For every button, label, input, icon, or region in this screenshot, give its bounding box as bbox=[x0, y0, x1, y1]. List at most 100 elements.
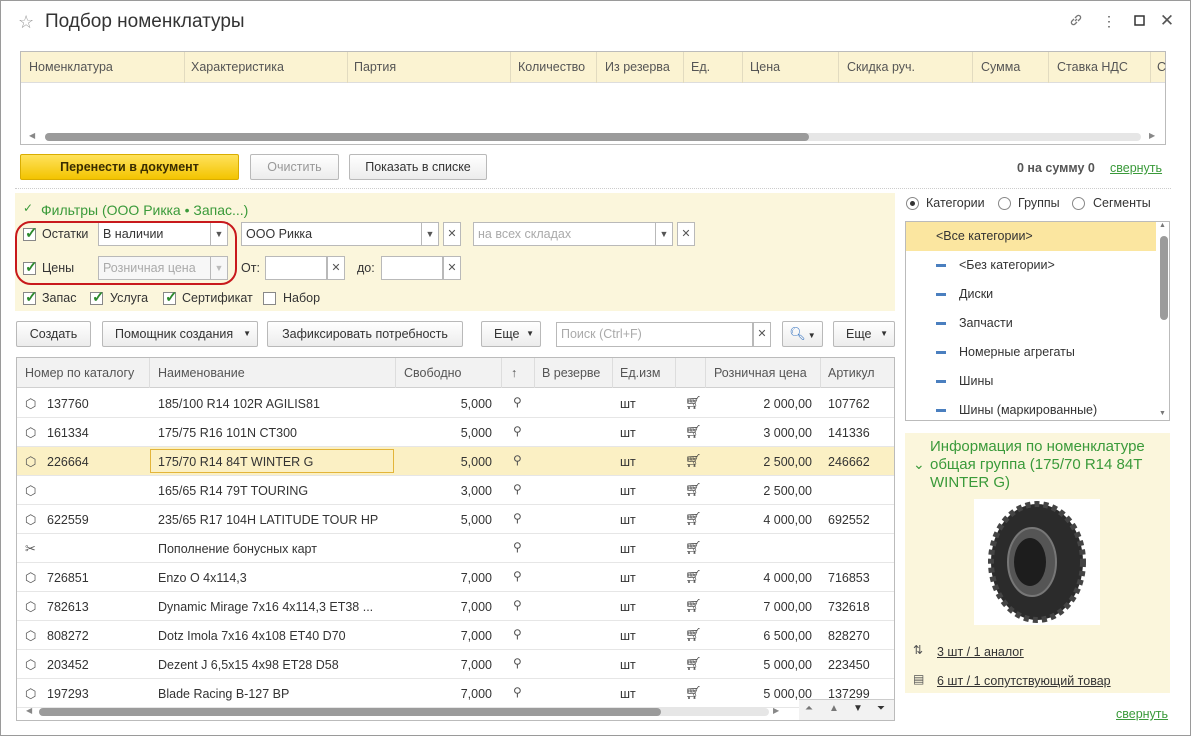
col-sum[interactable]: Сумма bbox=[981, 60, 1020, 74]
type-set-checkbox[interactable] bbox=[263, 292, 276, 305]
col-name[interactable]: Наименование bbox=[158, 366, 245, 380]
table-row[interactable]: ⬡ 808272 Dotz Imola 7x16 4x108 ET40 D70 7,0… bbox=[17, 621, 894, 650]
table-row[interactable]: ⬡ 622559 235/65 R17 104H LATITUDE TOUR HP 5… bbox=[17, 505, 894, 534]
page-down-icon[interactable]: ▼ bbox=[853, 703, 863, 714]
cart-icon[interactable]: 🛒︎ bbox=[685, 598, 702, 614]
col-price[interactable]: Цена bbox=[750, 60, 780, 74]
category-list[interactable]: <Все категории> <Без категории> Диски За… bbox=[905, 221, 1170, 421]
search-icon[interactable]: ⚲ bbox=[513, 482, 522, 496]
related-goods-link[interactable]: 6 шт / 1 сопутствующий товар bbox=[937, 674, 1111, 688]
search-icon[interactable]: ⚲ bbox=[513, 569, 522, 583]
search-clear-icon[interactable]: ✕ bbox=[753, 322, 771, 347]
first-page-icon[interactable]: ⏶ bbox=[805, 703, 813, 714]
table-row[interactable]: ⬡ 226664 175/70 R14 84T WINTER G 5,000 ⚲ шт 🛒︎… bbox=[17, 447, 894, 476]
col-extra[interactable]: С bbox=[1157, 60, 1166, 74]
nomenclature-table[interactable]: Номер по каталогу Наименование Свободно … bbox=[16, 357, 895, 721]
search-icon[interactable]: ⚲ bbox=[513, 540, 522, 554]
last-page-icon[interactable]: ⏷ bbox=[877, 703, 885, 714]
table-row[interactable]: ⬡ 165/65 R14 79T TOURING 3,000 ⚲ шт 🛒︎ 2 500,0… bbox=[17, 476, 894, 505]
filters-title[interactable]: Фильтры (ООО Рикка • Запас...) bbox=[41, 202, 248, 218]
link-icon[interactable] bbox=[1067, 13, 1085, 30]
col-from-reserve[interactable]: Из резерва bbox=[605, 60, 670, 74]
type-stock-checkbox[interactable]: ✓ bbox=[23, 289, 38, 306]
table-row[interactable]: ⬡ 782613 Dynamic Mirage 7x16 4x114,3 ET38 … bbox=[17, 592, 894, 621]
col-batch[interactable]: Партия bbox=[354, 60, 396, 74]
col-manual-discount[interactable]: Скидка руч. bbox=[847, 60, 915, 74]
col-unit[interactable]: Ед.изм bbox=[620, 366, 660, 380]
price-from-clear-icon[interactable]: ✕ bbox=[327, 256, 345, 280]
cart-icon[interactable]: 🛒︎ bbox=[685, 424, 702, 440]
category-scroll-thumb[interactable] bbox=[1160, 236, 1168, 320]
col-characteristic[interactable]: Характеристика bbox=[191, 60, 284, 74]
collapse-top-link[interactable]: свернуть bbox=[1110, 161, 1162, 175]
scroll-right-icon[interactable]: ▶ bbox=[773, 706, 779, 715]
favorite-star-icon[interactable]: ☆ bbox=[18, 12, 34, 33]
col-nomenclature[interactable]: Номенклатура bbox=[29, 60, 113, 74]
more-button[interactable]: Еще ▼ bbox=[481, 321, 541, 347]
cart-icon[interactable]: 🛒︎ bbox=[685, 511, 702, 527]
table-row[interactable]: ✂ Пополнение бонусных карт ⚲ шт 🛒︎ bbox=[17, 534, 894, 563]
radio-categories[interactable] bbox=[906, 197, 919, 210]
type-certificate-checkbox[interactable]: ✓ bbox=[163, 289, 178, 306]
table-row[interactable]: ⬡ 197293 Blade Racing B-127 BP 7,000 ⚲ шт 🛒︎ 5 … bbox=[17, 679, 894, 708]
search-icon[interactable]: ⚲ bbox=[513, 627, 522, 641]
search-icon[interactable]: ⚲ bbox=[513, 395, 522, 409]
price-to-clear-icon[interactable]: ✕ bbox=[443, 256, 461, 280]
cart-icon[interactable]: 🛒︎ bbox=[685, 656, 702, 672]
category-item[interactable]: Шины bbox=[906, 367, 1156, 396]
col-unit[interactable]: Ед. bbox=[691, 60, 710, 74]
search-button[interactable]: 🔍︎ ▼ bbox=[782, 321, 823, 347]
table-row[interactable]: ⬡ 137760 185/100 R14 102R AGILIS81 5,000 ⚲ шт… bbox=[17, 389, 894, 418]
category-item[interactable]: <Без категории> bbox=[906, 251, 1156, 280]
close-icon[interactable]: ✕ bbox=[1158, 11, 1176, 31]
radio-groups[interactable] bbox=[998, 197, 1011, 210]
search-icon[interactable]: ⚲ bbox=[513, 685, 522, 699]
more-menu-icon[interactable]: ⋮ bbox=[1100, 13, 1118, 30]
grid-scroll-thumb[interactable] bbox=[39, 708, 661, 716]
price-to-field[interactable] bbox=[381, 256, 443, 280]
scroll-down-icon[interactable]: ▼ bbox=[1159, 410, 1166, 417]
collapse-side-link[interactable]: свернуть bbox=[1116, 707, 1168, 721]
more-button-2[interactable]: Еще ▼ bbox=[833, 321, 895, 347]
radio-segments[interactable] bbox=[1072, 197, 1085, 210]
clear-button[interactable]: Очистить bbox=[250, 154, 339, 180]
col-catalog-number[interactable]: Номер по каталогу bbox=[25, 366, 134, 380]
fix-need-button[interactable]: Зафиксировать потребность bbox=[267, 321, 463, 347]
search-icon[interactable]: ⚲ bbox=[513, 598, 522, 612]
cart-icon[interactable]: 🛒︎ bbox=[685, 627, 702, 643]
search-icon[interactable]: ⚲ bbox=[513, 656, 522, 670]
table-row[interactable]: ⬡ 726851 Enzo O 4x114,3 7,000 ⚲ шт 🛒︎ 4 000,00 7… bbox=[17, 563, 894, 592]
create-button[interactable]: Создать bbox=[16, 321, 91, 347]
cart-icon[interactable]: 🛒︎ bbox=[685, 395, 702, 411]
info-title[interactable]: Информация по номенклатуре общая группа … bbox=[930, 438, 1155, 492]
cart-icon[interactable]: 🛒︎ bbox=[685, 685, 702, 701]
scroll-right-icon[interactable]: ▶ bbox=[1149, 131, 1155, 140]
category-item[interactable]: <Все категории> bbox=[906, 222, 1156, 251]
organization-field[interactable]: ООО Рикка bbox=[241, 222, 423, 246]
category-item[interactable]: Запчасти bbox=[906, 309, 1156, 338]
type-service-checkbox[interactable]: ✓ bbox=[90, 289, 105, 306]
organization-dropdown-icon[interactable]: ▼ bbox=[421, 222, 439, 246]
col-sort-arrow[interactable]: ↑ bbox=[511, 366, 517, 380]
warehouse-field[interactable]: на всех складах bbox=[473, 222, 657, 246]
col-vat-rate[interactable]: Ставка НДС bbox=[1057, 60, 1128, 74]
search-icon[interactable]: ⚲ bbox=[513, 511, 522, 525]
creation-wizard-button[interactable]: Помощник создания ▼ bbox=[102, 321, 258, 347]
show-in-list-button[interactable]: Показать в списке bbox=[349, 154, 487, 180]
transfer-to-document-button[interactable]: Перенести в документ bbox=[20, 154, 239, 180]
organization-clear-icon[interactable]: ✕ bbox=[443, 222, 461, 246]
search-icon[interactable]: ⚲ bbox=[513, 424, 522, 438]
scroll-up-icon[interactable]: ▲ bbox=[1159, 222, 1166, 229]
col-retail-price[interactable]: Розничная цена bbox=[714, 366, 807, 380]
price-from-field[interactable] bbox=[265, 256, 327, 280]
analog-link[interactable]: 3 шт / 1 аналог bbox=[937, 645, 1024, 659]
warehouse-clear-icon[interactable]: ✕ bbox=[677, 222, 695, 246]
search-input[interactable]: Поиск (Ctrl+F) bbox=[556, 322, 753, 347]
category-item[interactable]: Номерные агрегаты bbox=[906, 338, 1156, 367]
cart-icon[interactable]: 🛒︎ bbox=[685, 569, 702, 585]
col-quantity[interactable]: Количество bbox=[518, 60, 585, 74]
category-item[interactable]: Диски bbox=[906, 280, 1156, 309]
cart-icon[interactable]: 🛒︎ bbox=[685, 540, 702, 556]
category-item[interactable]: Шины (маркированные) bbox=[906, 396, 1156, 420]
chevron-down-icon[interactable]: ⌄ bbox=[913, 456, 925, 473]
